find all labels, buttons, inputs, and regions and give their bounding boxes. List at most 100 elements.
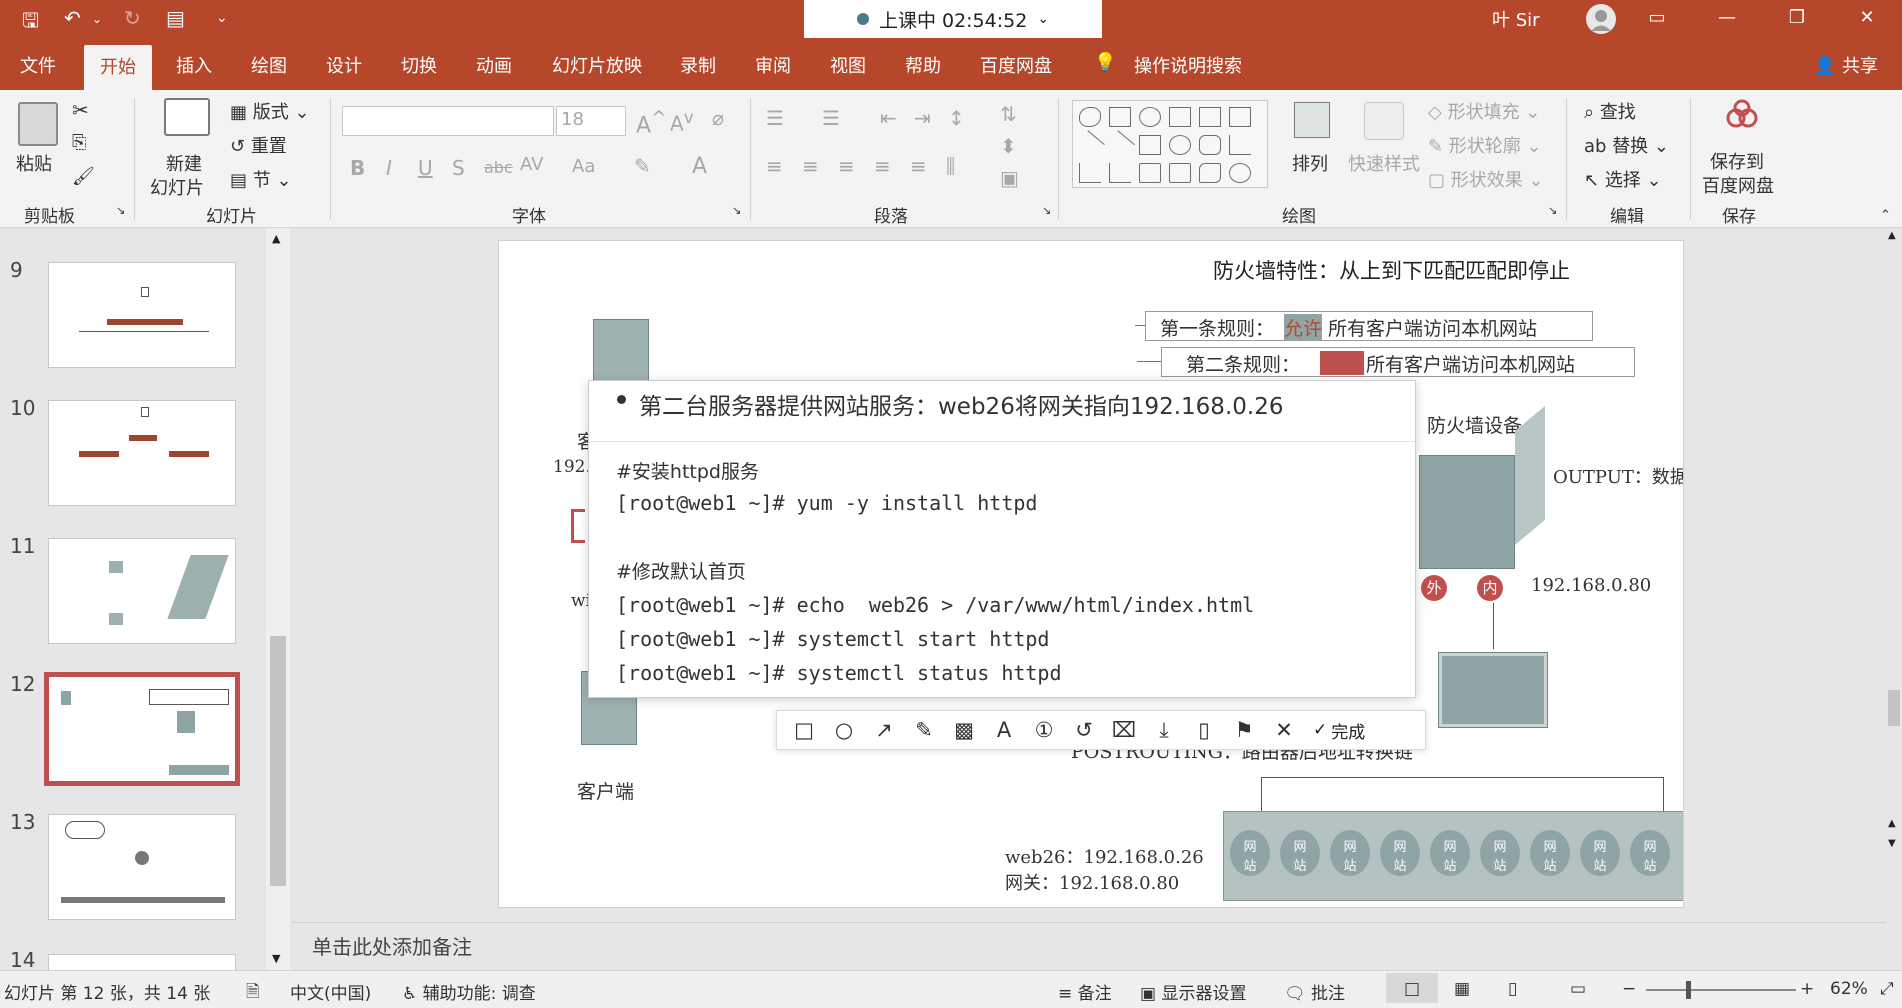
save-icon[interactable]: 🖫 (22, 6, 39, 40)
vertical-text-shape-icon[interactable] (1229, 107, 1251, 127)
tab-file[interactable]: 文件 (20, 52, 56, 78)
language-indicator[interactable]: 中文(中国) (290, 979, 371, 1004)
drawing-launcher-icon[interactable]: ↘ (1548, 204, 1557, 217)
download-icon[interactable]: ⤓ (1147, 715, 1181, 745)
recording-indicator[interactable]: 上课中 02:54:52 ⌄ (804, 0, 1102, 38)
cloud-shape-icon[interactable] (1079, 107, 1101, 127)
shapes-gallery[interactable] (1072, 100, 1268, 188)
find-button[interactable]: ⌕ 查找 (1584, 98, 1636, 124)
text-tool-icon[interactable]: A (987, 715, 1021, 745)
connector-shape-icon[interactable] (1079, 163, 1101, 183)
close-annotation-icon[interactable]: ✕ (1267, 715, 1301, 745)
cut-icon[interactable]: ✂ (72, 98, 89, 122)
minimize-icon[interactable]: — (1692, 0, 1762, 38)
next-slide-icon[interactable]: ▼ (1888, 838, 1896, 849)
thumbnail-scrollbar[interactable]: ▲ ▼ (266, 228, 290, 970)
font-launcher-icon[interactable]: ↘ (732, 204, 741, 217)
tab-transitions[interactable]: 切换 (401, 52, 437, 78)
clipboard-launcher-icon[interactable]: ↘ (116, 204, 125, 217)
display-settings-button[interactable]: ▣ 显示器设置 (1140, 979, 1246, 1004)
notes-pane[interactable]: 单击此处添加备注 (292, 922, 1886, 970)
accessibility-button[interactable]: ♿ 辅助功能: 调查 (402, 979, 536, 1004)
save-to-netdisk-button[interactable]: 保存到 (1710, 148, 1764, 174)
fit-to-window-icon[interactable]: ⤢ (1880, 979, 1894, 999)
text-shape-icon[interactable] (1199, 107, 1221, 127)
undo-icon[interactable]: ↶ (64, 6, 81, 30)
tab-home[interactable]: 开始 (84, 45, 152, 90)
new-slide-icon[interactable] (164, 98, 210, 136)
tab-insert[interactable]: 插入 (176, 52, 212, 78)
arrange-icon[interactable] (1294, 102, 1330, 138)
arrow-tool-icon[interactable]: ↗ (867, 715, 901, 745)
avatar[interactable] (1586, 4, 1616, 34)
reset-button[interactable]: ↺ 重置 (230, 132, 287, 158)
restore-icon[interactable]: ❐ (1762, 0, 1832, 38)
customize-toolbar-icon[interactable]: ⌄ (216, 10, 228, 26)
new-slide-button-line2[interactable]: 幻灯片 (150, 174, 204, 200)
tab-review[interactable]: 审阅 (755, 52, 791, 78)
paste-button[interactable]: 粘贴 (16, 150, 52, 176)
tab-draw[interactable]: 绘图 (251, 52, 287, 78)
tab-baidu-netdisk[interactable]: 百度网盘 (980, 52, 1052, 78)
grid-shape-icon[interactable] (1169, 107, 1191, 127)
save-to-netdisk-button-line2[interactable]: 百度网盘 (1702, 172, 1774, 198)
zoom-out-icon[interactable]: − (1622, 979, 1636, 999)
spelling-icon[interactable]: 🗎 (246, 979, 260, 1008)
arrow-shape-icon[interactable] (1105, 130, 1135, 160)
present-icon[interactable]: ▤ (166, 6, 185, 30)
circle-cross-shape-icon[interactable] (1139, 107, 1161, 127)
rectangle-tool-icon[interactable]: □ (787, 715, 821, 745)
tab-help[interactable]: 帮助 (905, 52, 941, 78)
undo-dropdown-icon[interactable]: ⌄ (92, 12, 102, 26)
scroll-down-icon[interactable]: ▼ (272, 952, 280, 965)
tab-view[interactable]: 视图 (830, 52, 866, 78)
zoom-slider[interactable] (1646, 989, 1796, 991)
down-arrow-shape-icon[interactable] (1169, 163, 1191, 183)
rectangle-shape-icon[interactable] (1139, 135, 1161, 155)
paste-icon[interactable] (18, 102, 58, 146)
triangle-shape-icon[interactable] (1229, 135, 1251, 155)
freeform-shape-icon[interactable] (1199, 163, 1221, 183)
font-name-box[interactable] (342, 106, 554, 136)
slideshow-view-icon[interactable]: ▭ (1570, 979, 1586, 999)
done-button[interactable]: ✓ 完成 (1313, 718, 1365, 743)
scroll-up-icon[interactable]: ▲ (272, 232, 280, 245)
slide-thumbnail[interactable] (48, 262, 236, 368)
right-arrow-shape-icon[interactable] (1139, 163, 1161, 183)
phone-icon[interactable]: ▯ (1187, 715, 1221, 745)
notes-button[interactable]: ≡ 备注 (1058, 979, 1112, 1004)
slide-thumbnail-selected[interactable] (44, 672, 240, 786)
line-shape-icon[interactable] (1075, 130, 1105, 160)
slide-thumbnail[interactable] (48, 400, 236, 506)
user-name[interactable]: 叶 Sir (1492, 6, 1540, 32)
textbox-shape-icon[interactable] (1109, 107, 1131, 127)
slide-scrollbar[interactable]: ▲ ▲ ▼ (1886, 228, 1902, 970)
pencil-tool-icon[interactable]: ✎ (907, 715, 941, 745)
select-button[interactable]: ↖ 选择 ⌄ (1584, 166, 1662, 192)
close-icon[interactable]: ✕ (1832, 0, 1902, 38)
tell-me-search[interactable]: 操作说明搜索 (1134, 52, 1242, 78)
zoom-level[interactable]: 62% (1830, 979, 1868, 999)
copy-icon[interactable]: ⎘ (72, 132, 86, 153)
section-button[interactable]: ▤ 节 ⌄ (230, 166, 292, 192)
slide-thumbnail[interactable] (48, 538, 236, 644)
new-slide-button[interactable]: 新建 (166, 150, 202, 176)
normal-view-icon[interactable]: □ (1386, 973, 1438, 1003)
share-button[interactable]: 👤 共享 (1814, 52, 1878, 78)
baidu-netdisk-icon[interactable] (1722, 96, 1762, 136)
layout-button[interactable]: ▦ 版式 ⌄ (230, 98, 310, 124)
comments-button[interactable]: 🗨 批注 (1284, 979, 1345, 1004)
tab-design[interactable]: 设计 (326, 52, 362, 78)
undo-annotation-icon[interactable]: ↺ (1067, 715, 1101, 745)
slide-thumbnail[interactable] (48, 814, 236, 920)
tab-record[interactable]: 录制 (680, 52, 716, 78)
replace-button[interactable]: ab 替换 ⌄ (1584, 132, 1669, 158)
mosaic-tool-icon[interactable]: ▩ (947, 715, 981, 745)
zoom-in-icon[interactable]: + (1800, 979, 1814, 999)
curve-shape-icon[interactable] (1229, 163, 1251, 183)
oval-shape-icon[interactable] (1169, 135, 1191, 155)
number-tool-icon[interactable]: ① (1027, 715, 1061, 745)
font-size-box[interactable]: 18 (556, 106, 626, 136)
tab-slideshow[interactable]: 幻灯片放映 (552, 52, 642, 78)
paragraph-launcher-icon[interactable]: ↘ (1042, 204, 1051, 217)
